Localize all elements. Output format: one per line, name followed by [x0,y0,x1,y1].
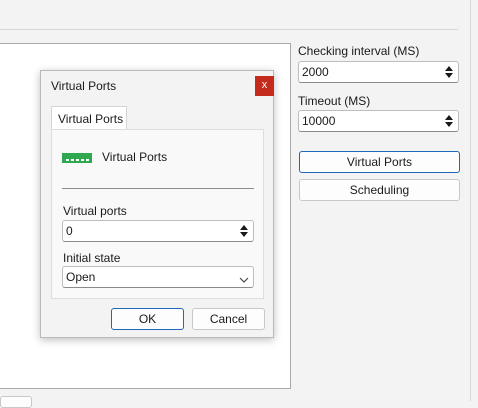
dialog-header-text: Virtual Ports [102,150,168,164]
timeout-value: 10000 [302,114,336,128]
timeout-spinner[interactable] [443,114,455,128]
header-separator [62,188,254,189]
right-edge-divider [470,0,471,401]
dialog-title: Virtual Ports [51,79,117,93]
checking-interval-input[interactable]: 2000 [298,61,459,83]
cancel-button[interactable]: Cancel [192,308,265,330]
scheduling-button[interactable]: Scheduling [299,179,460,201]
spin-down-icon [445,122,453,127]
tab-page: Virtual Ports Virtual ports 0 Initial st… [51,129,264,299]
spin-down-icon [240,232,248,237]
tab-virtual-ports[interactable]: Virtual Ports [51,106,127,130]
virtual-ports-input[interactable]: 0 [62,220,254,242]
virtual-ports-spinner[interactable] [238,224,250,238]
virtual-ports-label: Virtual ports [63,204,127,218]
top-divider [0,29,458,30]
spin-down-icon [445,73,453,78]
spin-up-icon [445,66,453,71]
virtual-ports-button[interactable]: Virtual Ports [299,151,460,173]
spin-up-icon [445,115,453,120]
chevron-down-icon [239,273,249,287]
initial-state-select[interactable]: Open [62,266,254,288]
spin-up-icon [240,225,248,230]
checking-interval-spinner[interactable] [443,65,455,79]
checking-interval-value: 2000 [302,65,329,79]
initial-state-value: Open [66,270,96,284]
close-button[interactable]: x [255,76,274,96]
ports-icon [62,152,92,166]
ok-button[interactable]: OK [111,308,184,330]
checking-interval-label: Checking interval (MS) [298,44,420,58]
bottom-button-edge [0,396,32,408]
initial-state-label: Initial state [63,251,121,265]
virtual-ports-value: 0 [66,224,73,238]
virtual-ports-dialog: Virtual Ports x Virtual Ports Virtual Po… [40,70,274,338]
timeout-label: Timeout (MS) [298,94,371,108]
timeout-input[interactable]: 10000 [298,110,459,132]
